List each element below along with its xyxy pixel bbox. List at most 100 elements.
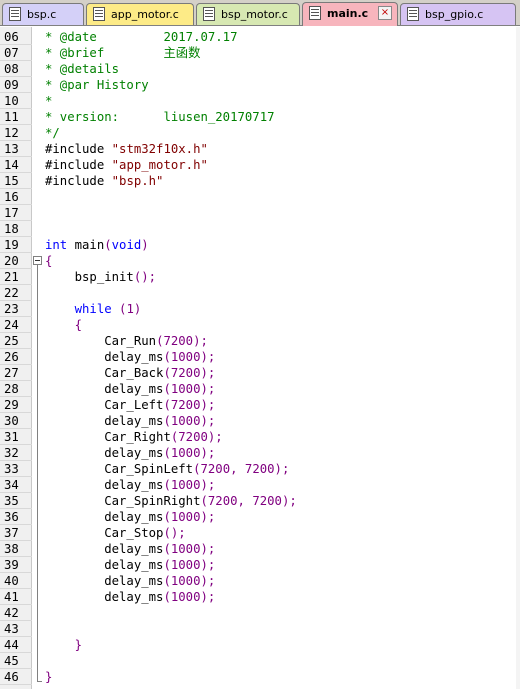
line-number: 13 [4, 142, 19, 156]
line-number: 16 [4, 190, 19, 204]
code-text-area[interactable]: * @date 2017.07.17 * @brief 主函数 * @details… [42, 27, 520, 689]
code-token: 1000 [170, 542, 201, 556]
code-token: #include [45, 142, 112, 156]
tab-bsp-gpio-c[interactable]: bsp_gpio.c [400, 3, 516, 25]
code-line[interactable]: * @date 2017.07.17 [45, 29, 238, 45]
code-token: ( [163, 590, 171, 604]
code-token: delay_ms [45, 542, 164, 556]
code-line[interactable]: Car_Right(7200); [45, 429, 222, 445]
code-line[interactable]: delay_ms(1000); [45, 509, 215, 525]
tab-label: bsp_gpio.c [425, 8, 484, 21]
tab-bsp-c[interactable]: bsp.c [2, 3, 84, 25]
code-line[interactable]: delay_ms(1000); [45, 573, 215, 589]
code-line[interactable]: delay_ms(1000); [45, 477, 215, 493]
code-editor-window: bsp.c app_motor.c bsp_motor.c main.c × bsp_gp… [0, 0, 520, 689]
line-number: 23 [4, 302, 19, 316]
code-token: 1000 [170, 382, 201, 396]
code-token: 7200 [163, 334, 194, 348]
code-token: } [45, 670, 53, 684]
c-file-icon [309, 6, 321, 20]
code-token: ( [163, 542, 171, 556]
line-number: 25 [4, 334, 19, 348]
code-token: 1000 [170, 446, 201, 460]
code-token: */ [45, 126, 60, 140]
code-line[interactable]: Car_SpinLeft(7200, 7200); [45, 461, 289, 477]
line-number: 26 [4, 350, 19, 364]
code-line[interactable]: int main(void) [45, 237, 149, 253]
code-line[interactable]: * [45, 93, 52, 109]
code-token: ) [141, 238, 149, 252]
code-line[interactable]: { [45, 253, 52, 269]
code-line[interactable]: #include "app_motor.h" [45, 157, 208, 173]
code-line[interactable]: } [45, 637, 82, 653]
code-line[interactable]: * version: liusen_20170717 [45, 109, 275, 125]
code-line[interactable]: { [45, 317, 82, 333]
code-line[interactable]: * @par History [45, 77, 149, 93]
tab-main-c[interactable]: main.c × [302, 2, 398, 26]
code-line[interactable]: */ [45, 125, 60, 141]
code-token: Car_Back [45, 366, 164, 380]
tab-bsp-motor-c[interactable]: bsp_motor.c [196, 3, 300, 25]
code-line[interactable]: delay_ms(1000); [45, 381, 215, 397]
line-number: 43 [4, 622, 19, 636]
line-number: 40 [4, 574, 19, 588]
code-line[interactable]: #include "stm32f10x.h" [45, 141, 208, 157]
line-number: 45 [4, 654, 19, 668]
line-number: 11 [4, 110, 19, 124]
code-token: ) [133, 302, 142, 316]
code-token: 1 [126, 302, 134, 316]
line-number: 42 [4, 606, 19, 620]
line-number: 06 [4, 30, 19, 44]
code-line[interactable]: Car_SpinRight(7200, 7200); [45, 493, 297, 509]
code-line[interactable]: } [45, 669, 52, 685]
code-token: * version: liusen_20170717 [45, 110, 275, 124]
code-token: 1000 [170, 414, 201, 428]
code-token: * [45, 94, 53, 108]
code-token: ); [200, 350, 216, 364]
code-line[interactable]: * @details [45, 61, 119, 77]
code-line[interactable]: Car_Stop(); [45, 525, 185, 541]
code-token: ( [163, 414, 171, 428]
code-token: ); [200, 446, 216, 460]
code-token: ( [104, 238, 112, 252]
code-line[interactable]: * @brief 主函数 [45, 45, 200, 61]
line-number: 36 [4, 510, 19, 524]
code-token: (); [133, 270, 157, 284]
code-token: 7200 [244, 462, 275, 476]
code-token: * @date 2017.07.17 [45, 30, 238, 44]
code-line[interactable]: while (1) [45, 301, 142, 317]
code-line[interactable]: Car_Left(7200); [45, 397, 215, 413]
code-token: ( [163, 350, 171, 364]
code-token: 7200 [200, 462, 231, 476]
code-token: 1000 [170, 574, 201, 588]
code-line[interactable]: Car_Back(7200); [45, 365, 215, 381]
code-token: ); [200, 542, 216, 556]
code-token: int [45, 238, 68, 252]
code-line[interactable]: #include "bsp.h" [45, 173, 163, 189]
code-token: ); [200, 478, 216, 492]
code-line[interactable]: delay_ms(1000); [45, 541, 215, 557]
code-line[interactable]: bsp_init(); [45, 269, 156, 285]
line-number: 10 [4, 94, 19, 108]
code-token: void [111, 238, 142, 252]
file-tab-bar: bsp.c app_motor.c bsp_motor.c main.c × bsp_gp… [0, 0, 520, 26]
code-line[interactable]: delay_ms(1000); [45, 557, 215, 573]
code-token: , [230, 462, 245, 476]
code-token: 7200 [178, 430, 208, 444]
code-line[interactable]: delay_ms(1000); [45, 413, 215, 429]
tab-label: app_motor.c [111, 8, 179, 21]
fold-collapse-icon[interactable] [33, 256, 42, 265]
tab-app-motor-c[interactable]: app_motor.c [86, 3, 194, 25]
code-token: ( [163, 574, 171, 588]
code-line[interactable]: delay_ms(1000); [45, 589, 215, 605]
code-token: while [74, 302, 112, 316]
code-token: * @par History [45, 78, 149, 92]
close-tab-icon[interactable]: × [378, 6, 392, 20]
code-line[interactable]: delay_ms(1000); [45, 445, 215, 461]
tab-label: bsp_motor.c [221, 8, 288, 21]
code-token: main [67, 238, 105, 252]
code-line[interactable]: Car_Run(7200); [45, 333, 208, 349]
code-token: 7200 [170, 366, 201, 380]
code-line[interactable]: delay_ms(1000); [45, 349, 215, 365]
